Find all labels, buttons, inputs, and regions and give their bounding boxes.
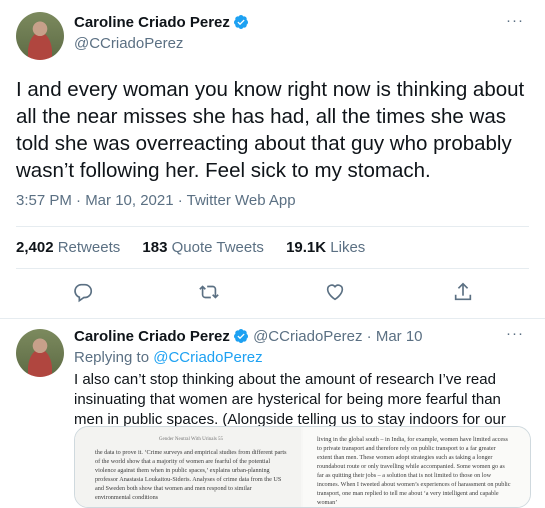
page-text: living in the global south – in India, f… xyxy=(317,436,511,506)
likes-stat[interactable]: 19.1K Likes xyxy=(286,239,365,256)
tweet-date[interactable]: · Mar 10 xyxy=(367,328,423,345)
tweet-text: I and every woman you know right now is … xyxy=(16,78,525,182)
quotes-stat[interactable]: 183 Quote Tweets xyxy=(142,239,263,256)
divider xyxy=(16,268,529,269)
verified-badge-icon xyxy=(233,329,248,343)
avatar[interactable] xyxy=(16,12,64,60)
tweet-timestamp[interactable]: 3:57 PM · Mar 10, 2021 · Twitter Web App xyxy=(16,192,296,209)
author-name[interactable]: Caroline Criado Perez xyxy=(74,328,230,345)
page-header: Gender Neutral With Urinals 55 xyxy=(158,437,224,442)
author-handle[interactable]: @CCriadoPerez xyxy=(74,35,183,52)
divider xyxy=(16,226,529,227)
reply-icon[interactable] xyxy=(72,281,94,303)
replying-to: Replying to @CCriadoPerez xyxy=(74,349,263,366)
avatar[interactable] xyxy=(16,329,64,377)
reply-header: Caroline Criado Perez @CCriadoPerez · Ma… xyxy=(74,328,423,345)
verified-badge-icon xyxy=(233,15,248,29)
reply-tweet[interactable]: Caroline Criado Perez @CCriadoPerez · Ma… xyxy=(0,319,545,508)
share-icon[interactable] xyxy=(452,281,474,303)
page-text: the data to prove it. ‘Crime surveys and… xyxy=(95,449,287,501)
action-bar xyxy=(0,276,545,310)
like-icon[interactable] xyxy=(324,281,346,303)
more-options-icon[interactable]: ··· xyxy=(506,12,524,29)
main-tweet: Caroline Criado Perez @CCriadoPerez ··· … xyxy=(0,0,545,319)
author-handle[interactable]: @CCriadoPerez xyxy=(253,328,362,345)
author-name-row[interactable]: Caroline Criado Perez xyxy=(74,14,249,31)
book-page-right: living in the global south – in India, f… xyxy=(303,427,530,507)
author-name[interactable]: Caroline Criado Perez xyxy=(74,14,230,31)
book-page-left: Gender Neutral With Urinals 55 the data … xyxy=(75,427,301,507)
more-options-icon[interactable]: ··· xyxy=(506,325,524,342)
replying-to-link[interactable]: @CCriadoPerez xyxy=(153,349,262,366)
engagement-stats: 2,402 Retweets 183 Quote Tweets 19.1K Li… xyxy=(16,239,383,256)
attached-image[interactable]: Gender Neutral With Urinals 55 the data … xyxy=(74,426,531,508)
retweet-icon[interactable] xyxy=(198,281,220,303)
retweets-stat[interactable]: 2,402 Retweets xyxy=(16,239,120,256)
